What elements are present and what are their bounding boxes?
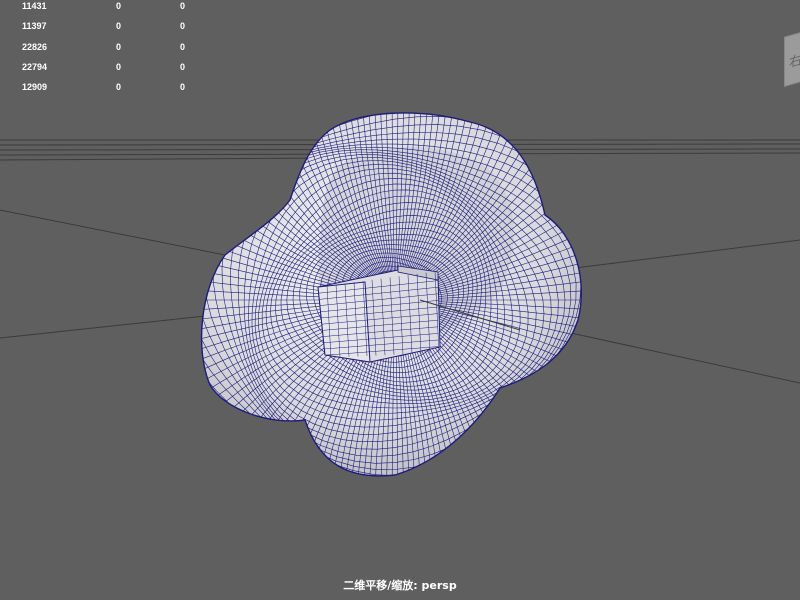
hud-value: 0: [116, 42, 122, 52]
camera-label: 二维平移/缩放: persp: [343, 579, 457, 592]
hud-value: 0: [180, 42, 186, 52]
hud-value: 0: [116, 62, 122, 72]
hud-row: 12909 0 0: [0, 81, 200, 101]
hud-row: 11431 0 0: [0, 0, 200, 20]
hud-value: 0: [180, 82, 186, 92]
hud-value: 0: [116, 1, 122, 11]
hud-value: 12909: [22, 82, 48, 92]
hud-value: 22826: [22, 42, 48, 52]
hud-row: 11397 0 0: [0, 20, 200, 40]
hud-value: 0: [180, 1, 186, 11]
hud-value: 11431: [22, 1, 47, 11]
hud-value: 0: [116, 82, 122, 92]
hud-row: 22794 0 0: [0, 61, 200, 81]
hud-value: 0: [180, 62, 186, 72]
hud-row: 22826 0 0: [0, 41, 200, 61]
hud-value: 0: [116, 21, 122, 31]
hud-value: 22794: [22, 62, 48, 72]
view-cube-face-label: 右: [789, 52, 800, 72]
view-cube[interactable]: 右: [784, 31, 800, 87]
hud-value: 11397: [22, 21, 47, 31]
hud-value: 0: [180, 21, 186, 31]
